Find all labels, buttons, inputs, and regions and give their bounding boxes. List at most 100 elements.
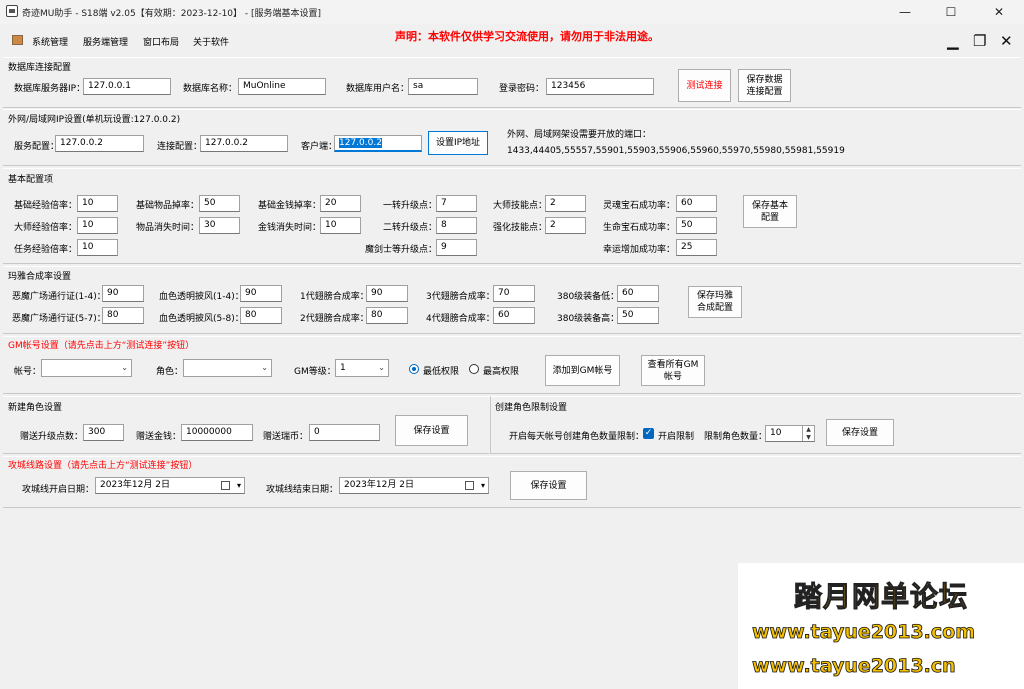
maya-field-4[interactable]: 60 — [617, 285, 659, 302]
maya-label-7: 2代翅膀合成率： — [300, 314, 369, 324]
basic-field-4[interactable]: 2 — [545, 195, 586, 212]
limit-panel — [490, 396, 1021, 454]
limit-count-spinner[interactable]: 10 ▲ ▼ — [765, 425, 815, 442]
newrole-points-label: 赠送升级点数： — [20, 432, 84, 442]
save-db-config-button[interactable]: 保存数据连接配置 — [738, 69, 791, 102]
maya-field-9[interactable]: 50 — [617, 307, 659, 324]
radio-low-permission[interactable] — [409, 364, 419, 374]
mdi-restore-button[interactable]: ❐ — [973, 32, 986, 50]
enable-limit-checkbox[interactable]: ✓ — [643, 428, 654, 439]
set-ip-button[interactable]: 设置IP地址 — [428, 131, 488, 155]
basic-label-8: 金钱消失时间： — [258, 223, 322, 233]
gm-account-select[interactable]: ⌄ — [41, 359, 132, 377]
basic-label-13: 魔剑士等升级点： — [365, 245, 438, 255]
basic-field-6[interactable]: 10 — [77, 217, 118, 234]
add-gm-button[interactable]: 添加到GM帐号 — [545, 355, 620, 386]
basic-field-1[interactable]: 50 — [199, 195, 240, 212]
maya-field-3[interactable]: 70 — [493, 285, 535, 302]
ip-connect-field[interactable]: 127.0.0.2 — [200, 135, 288, 152]
maya-label-1: 血色透明披风(1-4)： — [159, 292, 244, 302]
mdi-minimize-button[interactable]: ▁ — [947, 32, 959, 50]
maya-field-6[interactable]: 80 — [240, 307, 282, 324]
minimize-button[interactable]: — — [882, 0, 928, 24]
db-name-field[interactable]: MuOnline — [238, 78, 326, 95]
radio-high-permission[interactable] — [469, 364, 479, 374]
watermark: 踏月网单论坛 www.tayue2013.com www.tayue2013.c… — [738, 563, 1024, 689]
maya-label-8: 4代翅膀合成率： — [426, 314, 495, 324]
basic-title: 基本配置项 — [8, 175, 54, 185]
gm-role-select[interactable]: ⌄ — [183, 359, 272, 377]
view-gm-button[interactable]: 查看所有GM帐号 — [641, 355, 705, 386]
menu-system[interactable]: 系统管理 — [32, 35, 68, 48]
save-maya-config-button[interactable]: 保存玛雅合成配置 — [688, 286, 742, 318]
limit-count-label: 限制角色数量： — [704, 432, 768, 442]
ports-label: 外网、局域网架设需要开放的端口： — [507, 130, 652, 140]
basic-field-0[interactable]: 10 — [77, 195, 118, 212]
maya-field-1[interactable]: 90 — [240, 285, 282, 302]
db-name-label: 数据库名称： — [183, 84, 238, 94]
calendar-icon[interactable] — [465, 481, 474, 490]
basic-field-11[interactable]: 50 — [676, 217, 717, 234]
limit-count-value: 10 — [770, 428, 782, 438]
newrole-coin-field[interactable]: 0 — [309, 424, 380, 441]
gm-level-select[interactable]: 1 ⌄ — [335, 359, 389, 377]
menu-server[interactable]: 服务端管理 — [83, 35, 128, 48]
gm-role-label: 角色： — [156, 367, 184, 377]
chevron-down-icon[interactable]: ▾ — [237, 478, 241, 493]
basic-field-2[interactable]: 20 — [320, 195, 361, 212]
basic-field-14[interactable]: 25 — [676, 239, 717, 256]
test-connection-button[interactable]: 测试连接 — [678, 69, 731, 102]
basic-field-13[interactable]: 9 — [436, 239, 477, 256]
gm-title: GM帐号设置（请先点击上方“测试连接”按钮） — [8, 341, 195, 351]
save-newrole-button[interactable]: 保存设置 — [395, 415, 468, 446]
maya-label-6: 血色透明披风(5-8)： — [159, 314, 244, 324]
enable-limit-label: 开启限制 — [658, 432, 695, 442]
menu-window[interactable]: 窗口布局 — [143, 35, 179, 48]
maya-field-2[interactable]: 90 — [366, 285, 408, 302]
ports-value: 1433,44405,55557,55901,55903,55906,55960… — [507, 146, 845, 156]
basic-field-3[interactable]: 7 — [436, 195, 477, 212]
basic-label-7: 物品消失时间： — [136, 223, 200, 233]
ip-connect-label: 连接配置： — [157, 142, 203, 152]
siege-start-label: 攻城线开启日期： — [22, 485, 95, 495]
maya-field-5[interactable]: 80 — [102, 307, 144, 324]
menu-about[interactable]: 关于软件 — [193, 35, 229, 48]
close-button[interactable]: ✕ — [976, 0, 1022, 24]
maya-field-0[interactable]: 90 — [102, 285, 144, 302]
save-limit-button[interactable]: 保存设置 — [826, 419, 894, 446]
basic-panel — [3, 168, 1021, 264]
radio-low-label: 最低权限 — [423, 367, 460, 377]
save-siege-button[interactable]: 保存设置 — [510, 471, 587, 500]
newrole-title: 新建角色设置 — [8, 403, 63, 413]
db-server-field[interactable]: 127.0.0.1 — [83, 78, 171, 95]
db-user-field[interactable]: sa — [408, 78, 478, 95]
siege-start-date[interactable]: 2023年12月 2日 ▾ — [95, 477, 245, 494]
basic-field-8[interactable]: 10 — [320, 217, 361, 234]
ip-service-field[interactable]: 127.0.0.2 — [55, 135, 144, 152]
newrole-money-field[interactable]: 10000000 — [181, 424, 253, 441]
app-icon — [6, 5, 18, 17]
save-basic-config-button[interactable]: 保存基本配置 — [743, 195, 797, 228]
db-password-field[interactable]: 123456 — [546, 78, 654, 95]
limit-title: 创建角色限制设置 — [495, 403, 568, 413]
ip-client-field[interactable]: 127.0.0.2 — [334, 135, 422, 152]
maya-label-0: 恶魔广场通行证(1-4)： — [12, 292, 106, 302]
chevron-down-icon[interactable]: ▾ — [481, 478, 485, 493]
basic-field-7[interactable]: 30 — [199, 217, 240, 234]
maya-field-8[interactable]: 60 — [493, 307, 535, 324]
newrole-points-field[interactable]: 300 — [83, 424, 124, 441]
basic-field-9[interactable]: 8 — [436, 217, 477, 234]
basic-label-14: 幸运增加成功率： — [603, 245, 676, 255]
basic-field-10[interactable]: 2 — [545, 217, 586, 234]
calendar-icon[interactable] — [221, 481, 230, 490]
basic-label-1: 基础物品掉率： — [136, 201, 200, 211]
maya-field-7[interactable]: 80 — [366, 307, 408, 324]
basic-field-5[interactable]: 60 — [676, 195, 717, 212]
spinner-arrows-icon[interactable]: ▲ ▼ — [802, 426, 814, 441]
mdi-close-button[interactable]: ✕ — [1000, 32, 1013, 50]
watermark-title: 踏月网单论坛 — [793, 580, 968, 614]
maximize-button[interactable]: ☐ — [928, 0, 974, 24]
basic-field-12[interactable]: 10 — [77, 239, 118, 256]
siege-end-date[interactable]: 2023年12月 2日 ▾ — [339, 477, 489, 494]
basic-label-0: 基础经验倍率： — [14, 201, 78, 211]
